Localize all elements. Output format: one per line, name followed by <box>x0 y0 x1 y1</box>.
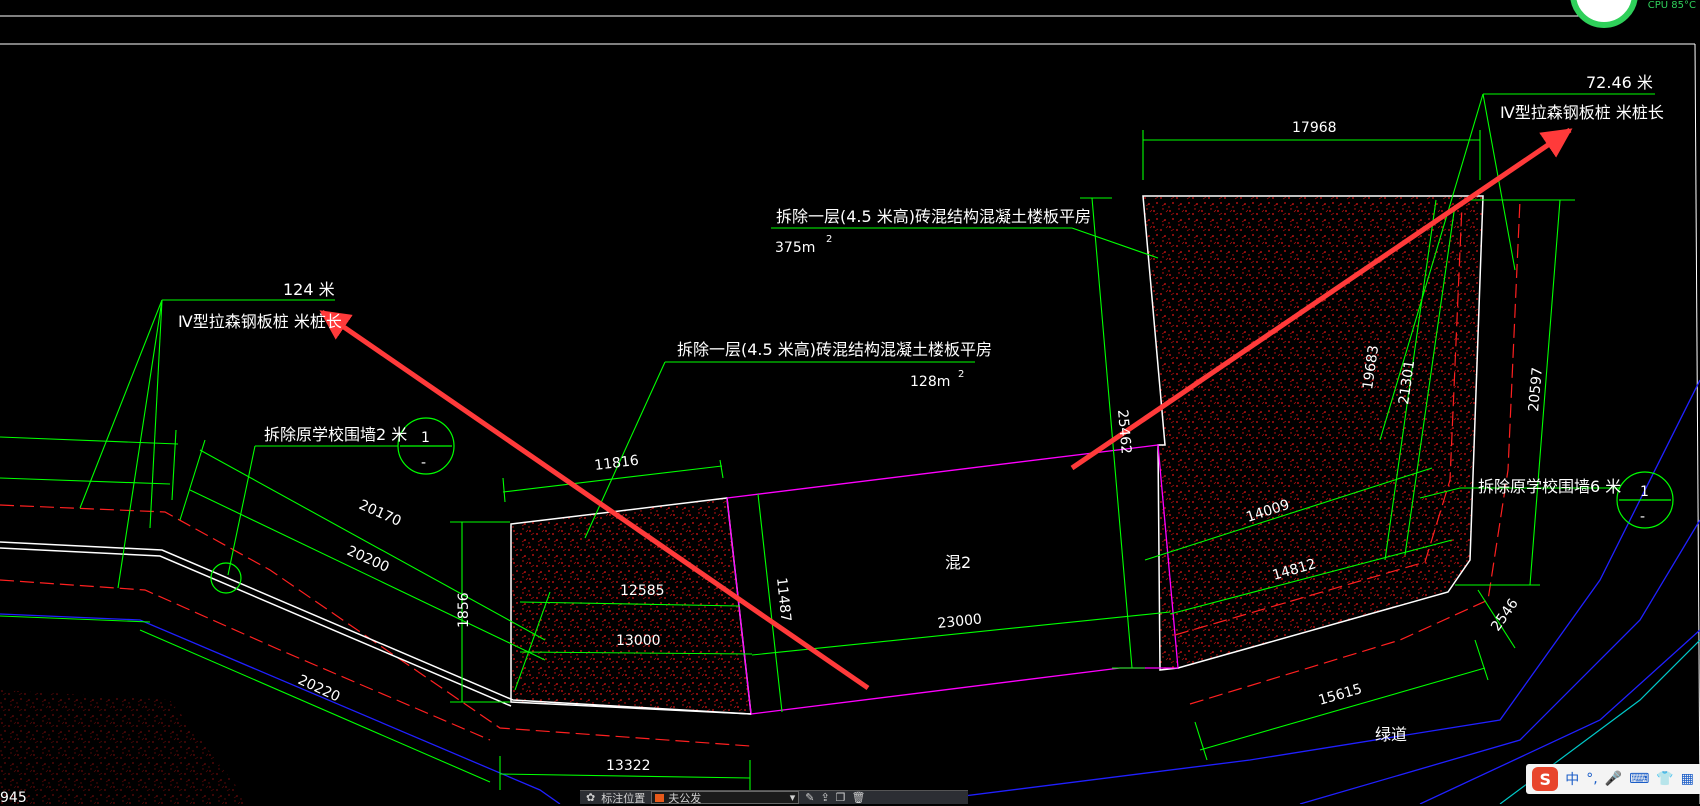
right-pile-length: 72.46 米 <box>1586 73 1653 92</box>
layer-dropdown[interactable]: 夫公发 ▾ <box>651 791 800 805</box>
dim-945: 945 <box>0 790 27 804</box>
command-options-icon[interactable]: ✿ <box>586 791 595 804</box>
demolish-top-label: 拆除一层(4.5 米高)砖混结构混凝土楼板平房 <box>776 207 1091 226</box>
wall-right-label: 拆除原学校围墙6 米 <box>1478 477 1621 496</box>
dim-11487: 11487 <box>773 577 794 623</box>
section-right-dash: - <box>1640 509 1645 525</box>
command-prefix: 标注位置 <box>601 791 646 805</box>
dim-23000: 23000 <box>937 611 983 632</box>
keyboard-icon[interactable]: ⌨ <box>1629 771 1649 787</box>
dim-20200: 20200 <box>344 543 391 576</box>
hun2-label: 混2 <box>945 553 971 572</box>
layer-name: 夫公发 <box>668 791 702 805</box>
dim-17968: 17968 <box>1292 120 1337 136</box>
area-mid-label: 128m <box>910 374 950 390</box>
upload-icon[interactable]: ⇪ <box>820 791 829 804</box>
section-right-num: 1 <box>1640 484 1649 500</box>
wall-left-label: 拆除原学校围墙2 米 <box>264 425 407 444</box>
right-pile-desc: Ⅳ型拉森钢板桩 米桩长 <box>1500 103 1664 122</box>
dim-13000: 13000 <box>616 633 661 649</box>
dim-2546: 2546 <box>1488 596 1522 634</box>
copy-icon[interactable]: ❐ <box>836 791 846 804</box>
pencil-icon[interactable]: ✎ <box>805 791 814 804</box>
area-mid-superscript: 2 <box>958 369 964 380</box>
property-boundary <box>726 444 1179 715</box>
greenway-label: 绿道 <box>1375 725 1407 744</box>
cad-drawing-canvas[interactable]: 124 米 Ⅳ型拉森钢板桩 米桩长 72.46 米 Ⅳ型拉森钢板桩 米桩长 拆除… <box>0 0 1700 804</box>
dim-20170: 20170 <box>356 497 403 530</box>
skin-icon[interactable]: 👕 <box>1656 771 1673 787</box>
ime-punct-toggle[interactable]: °, <box>1586 771 1597 787</box>
demolish-mid-label: 拆除一层(4.5 米高)砖混结构混凝土楼板平房 <box>677 340 992 359</box>
area-top-label: 375m <box>775 240 815 256</box>
dim-20597: 20597 <box>1526 367 1546 413</box>
ime-toolbar[interactable]: S 中 °, 🎤 ⌨ 👕 ▦ <box>1526 764 1700 794</box>
microphone-icon[interactable]: 🎤 <box>1605 771 1622 787</box>
trash-icon[interactable]: 🗑 <box>852 791 866 804</box>
command-bar[interactable]: ✿ 标注位置 夫公发 ▾ ✎ ⇪ ❐ 🗑 <box>580 790 968 805</box>
section-left-num: 1 <box>421 430 430 446</box>
ime-mode-toggle[interactable]: 中 <box>1565 769 1579 789</box>
cpu-monitor-widget: CPU 85°C <box>1560 0 1700 28</box>
layer-color-swatch <box>655 793 665 802</box>
left-pile-desc: Ⅳ型拉森钢板桩 米桩长 <box>178 312 342 331</box>
dim-12585: 12585 <box>620 583 665 599</box>
dim-13322: 13322 <box>606 758 651 774</box>
area-top-superscript: 2 <box>826 234 832 245</box>
toolbox-grid-icon[interactable]: ▦ <box>1681 771 1694 787</box>
sogou-logo-icon[interactable]: S <box>1532 767 1559 791</box>
dim-25462: 25462 <box>1114 409 1134 455</box>
section-left-dash: - <box>421 455 426 471</box>
dim-11816: 11816 <box>594 453 640 474</box>
dim-1856: 1856 <box>456 592 472 628</box>
hatch-bottom-left <box>0 690 250 804</box>
left-pile-length: 124 米 <box>283 280 335 299</box>
chevron-down-icon: ▾ <box>789 791 796 804</box>
cpu-temperature: CPU 85°C <box>1647 0 1696 11</box>
